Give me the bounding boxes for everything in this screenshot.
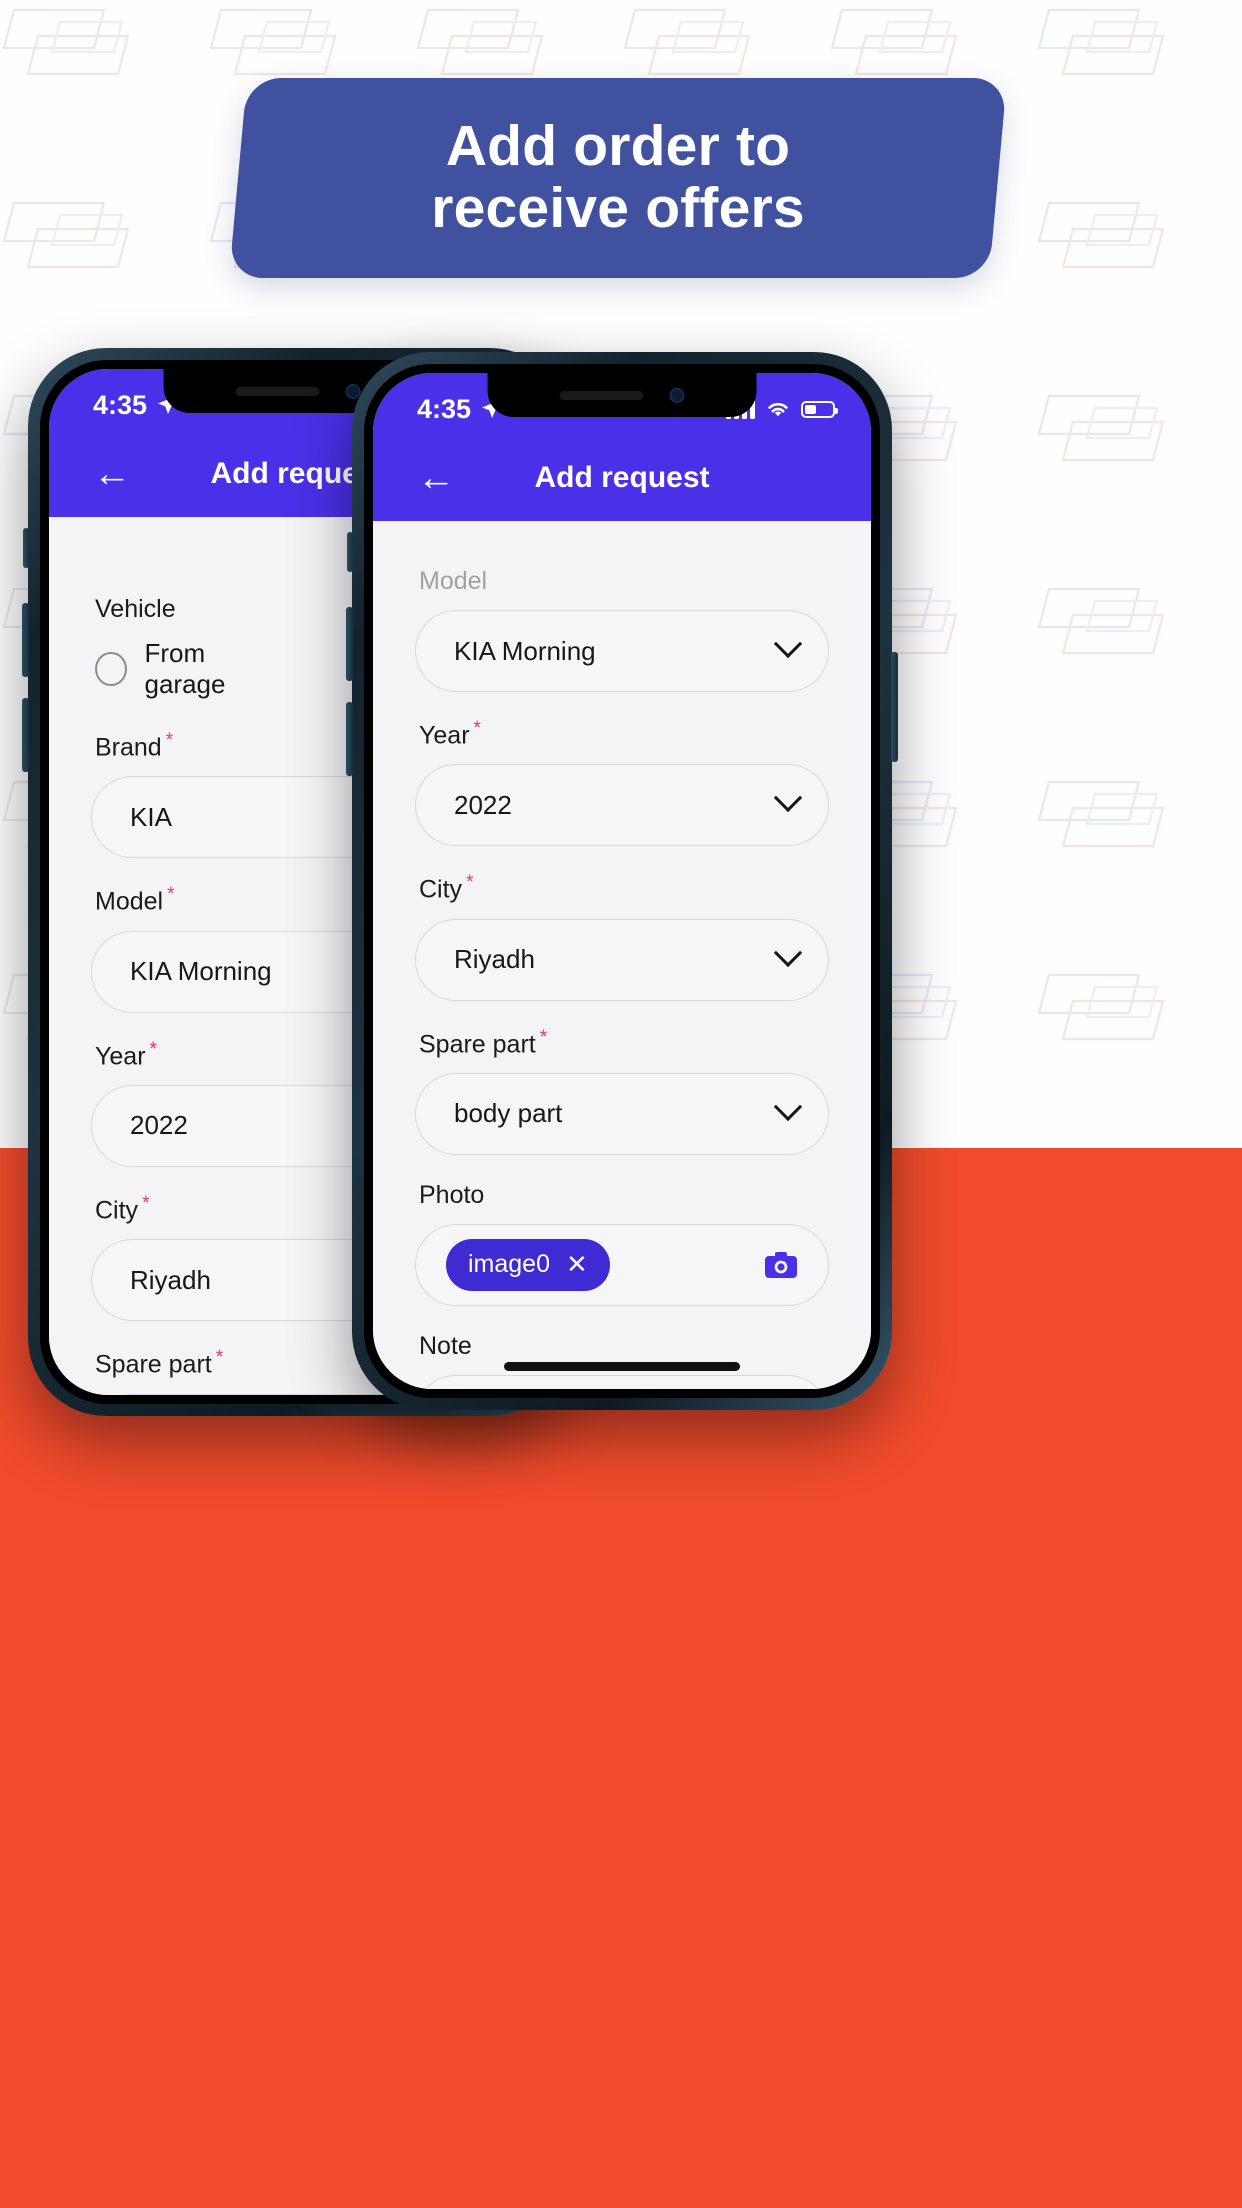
year-label: Year * — [419, 718, 829, 750]
earpiece-speaker — [559, 390, 644, 400]
phone-right-volume-up-button — [346, 607, 353, 681]
note-audio-field[interactable]: recording.m4a — [415, 1374, 829, 1389]
spare-part-required-mark: * — [215, 1347, 224, 1369]
year-value: 2022 — [454, 789, 512, 820]
year-required-mark: * — [473, 718, 481, 739]
chevron-down-icon[interactable] — [773, 938, 803, 967]
status-time: 4:35 — [93, 389, 148, 420]
brand-label-text: Brand — [95, 733, 162, 762]
photo-field[interactable]: image0 ✕ — [415, 1223, 829, 1306]
radio-from-garage-indicator[interactable] — [95, 652, 127, 686]
model-select[interactable]: KIA Morning — [415, 610, 829, 692]
spare-part-label: Spare part * — [419, 1027, 829, 1059]
phone-right-mute-switch — [347, 532, 353, 572]
year-label-text: Year — [95, 1041, 146, 1070]
city-label: City * — [419, 872, 829, 904]
status-time: 4:35 — [417, 393, 472, 424]
wifi-icon — [768, 402, 788, 417]
home-indicator[interactable] — [504, 1362, 740, 1371]
phone-right-power-button — [891, 652, 898, 762]
phone-right-volume-down-button — [346, 702, 353, 776]
year-required-mark: * — [149, 1038, 157, 1060]
phone-left-mute-switch — [23, 528, 29, 568]
photo-label: Photo — [419, 1180, 485, 1209]
spare-part-select[interactable]: body part — [415, 1072, 829, 1155]
earpiece-speaker — [235, 386, 320, 396]
phone-left-volume-down-button — [22, 698, 29, 772]
phone-right-body: 4:35 ← Add request Model KIA Morning Yea… — [364, 364, 880, 1398]
brand-required-mark: * — [165, 730, 174, 751]
promo-headline-line-2: receive offers — [431, 176, 805, 240]
phone-right-screen: 4:35 ← Add request Model KIA Morning Yea… — [373, 373, 871, 1389]
model-label-clipped: Model — [419, 567, 488, 595]
city-select[interactable]: Riyadh — [415, 918, 829, 1001]
promo-headline-line-1: Add order to — [445, 114, 791, 179]
model-label-text: Model — [95, 887, 164, 916]
camera-icon[interactable] — [764, 1251, 798, 1279]
chevron-down-icon[interactable] — [773, 784, 803, 813]
radio-from-garage-label: From garage — [144, 638, 226, 699]
photo-chip[interactable]: image0 ✕ — [446, 1238, 610, 1291]
model-value: KIA Morning — [454, 635, 596, 666]
city-required-mark: * — [142, 1192, 150, 1214]
front-camera-icon — [669, 387, 685, 403]
back-arrow-icon[interactable]: ← — [93, 455, 131, 493]
spare-part-label-text: Spare part — [419, 1029, 536, 1058]
radio-option-from-garage[interactable]: From garage — [95, 638, 281, 700]
model-required-mark: * — [167, 884, 175, 906]
promo-banner: Add order to receive offers — [228, 78, 1008, 278]
phone-left-volume-up-button — [22, 603, 29, 677]
note-label: Note — [419, 1331, 472, 1360]
nav-bar-right: ← Add request — [373, 435, 871, 521]
spare-part-required-mark: * — [539, 1026, 548, 1048]
city-label-text: City — [95, 1196, 139, 1225]
promo-banner-text: Add order to receive offers — [238, 78, 998, 278]
city-value: Riyadh — [454, 944, 535, 975]
phone-mockup-right: 4:35 ← Add request Model KIA Morning Yea… — [346, 352, 898, 1410]
photo-chip-remove-icon[interactable]: ✕ — [566, 1249, 588, 1280]
form-sheet-right: Model KIA Morning Year * 2022 City * Riyad… — [373, 563, 871, 1389]
photo-chip-label: image0 — [468, 1250, 550, 1279]
city-label-text: City — [419, 875, 463, 904]
spare-part-value: body part — [454, 1098, 563, 1129]
year-select[interactable]: 2022 — [415, 764, 829, 847]
phone-right-notch — [487, 373, 757, 417]
back-arrow-icon[interactable]: ← — [417, 459, 455, 497]
chevron-down-icon[interactable] — [773, 629, 803, 659]
chevron-down-icon[interactable] — [773, 1092, 803, 1122]
spare-part-label-text: Spare part — [95, 1350, 212, 1379]
year-label-text: Year — [419, 721, 470, 750]
city-required-mark: * — [466, 872, 474, 894]
battery-icon — [801, 400, 838, 418]
